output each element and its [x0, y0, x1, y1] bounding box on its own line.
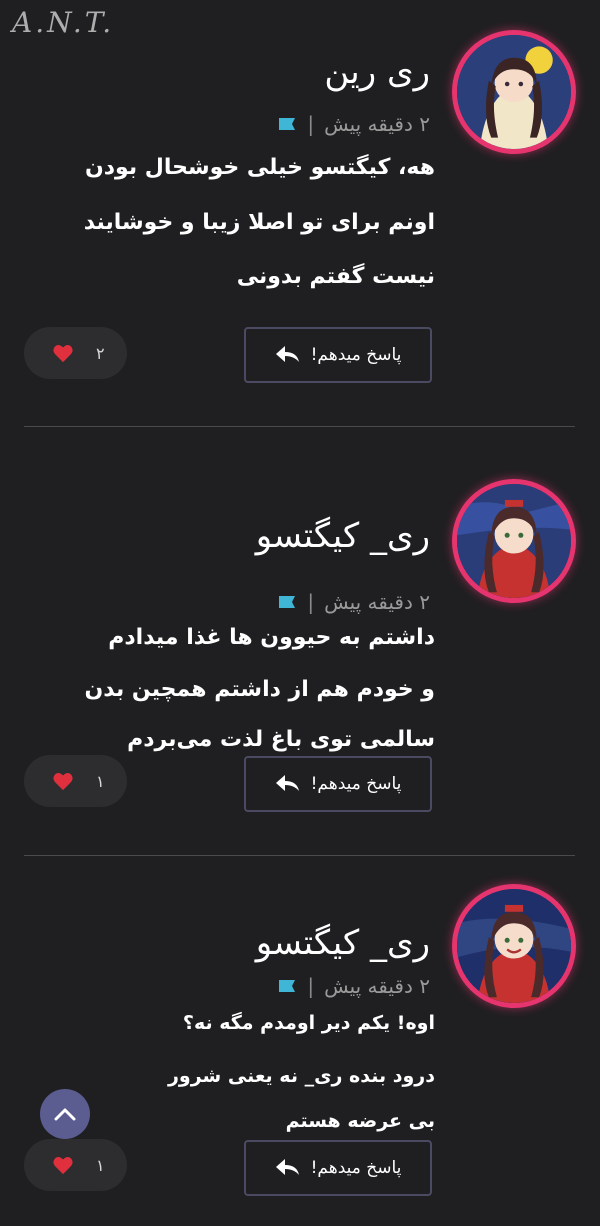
- heart-icon: [53, 1157, 73, 1175]
- username[interactable]: ری_ کیگتسو: [256, 923, 430, 963]
- divider: [24, 855, 575, 856]
- avatar-image: [457, 35, 571, 149]
- reply-label: پاسخ میدهم!: [310, 1158, 402, 1178]
- reply-label: پاسخ میدهم!: [310, 774, 402, 794]
- avatar[interactable]: [452, 884, 576, 1008]
- avatar[interactable]: [452, 30, 576, 154]
- reply-arrow-icon: [275, 775, 299, 791]
- comment-text-line: درود بنده ری_ نه یعنی شرور: [167, 1065, 435, 1087]
- reply-button[interactable]: پاسخ میدهم!: [244, 327, 432, 383]
- reply-arrow-icon: [275, 1159, 299, 1175]
- heart-icon: [53, 773, 73, 791]
- comment-meta: | ۲ دقیقه پیش: [277, 974, 430, 998]
- comment-text-line: بی عرضه هستم: [285, 1110, 435, 1132]
- separator: |: [307, 112, 315, 136]
- watermark: A.N.T.: [12, 6, 115, 39]
- chevron-up-icon: [54, 1108, 76, 1121]
- reply-button[interactable]: پاسخ میدهم!: [244, 1140, 432, 1196]
- comment-text-line: داشتم به حیوون ها غذا میدادم: [108, 625, 435, 650]
- comment-meta: | ۲ دقیقه پیش: [277, 112, 430, 136]
- like-count: ۱: [96, 771, 105, 791]
- comment-text-line: و خودم هم از داشتم همچین بدن: [84, 677, 436, 702]
- avatar[interactable]: [452, 479, 576, 603]
- like-count: ۲: [96, 343, 105, 363]
- comment-text-line: هه، کیگتسو خیلی خوشحال بودن: [84, 155, 435, 180]
- avatar-image: [457, 484, 571, 598]
- username[interactable]: ری رین: [324, 52, 430, 92]
- comment-text-line: سالمی توی باغ لذت می‌بردم: [127, 727, 435, 752]
- timestamp: ۲ دقیقه پیش: [324, 974, 430, 998]
- timestamp: ۲ دقیقه پیش: [324, 590, 430, 614]
- reply-arrow-icon: [275, 346, 299, 362]
- like-count: ۱: [96, 1155, 105, 1175]
- like-button[interactable]: ۱: [24, 1139, 127, 1191]
- flag-icon[interactable]: [277, 116, 297, 132]
- like-button[interactable]: ۱: [24, 755, 127, 807]
- flag-icon[interactable]: [277, 978, 297, 994]
- divider: [24, 426, 575, 427]
- username[interactable]: ری_ کیگتسو: [256, 516, 430, 556]
- separator: |: [307, 974, 315, 998]
- reply-button[interactable]: پاسخ میدهم!: [244, 756, 432, 812]
- avatar-image: [457, 889, 571, 1003]
- flag-icon[interactable]: [277, 594, 297, 610]
- comments-page: A.N.T. ری رین | ۲ دقیقه پیش هه، کیگتسو خ…: [0, 0, 600, 1226]
- separator: |: [307, 590, 315, 614]
- reply-label: پاسخ میدهم!: [310, 345, 402, 365]
- comment-text-line: نیست گفتم بدونی: [236, 264, 435, 289]
- like-button[interactable]: ۲: [24, 327, 127, 379]
- comment-meta: | ۲ دقیقه پیش: [277, 590, 430, 614]
- comment-text-line: اوه! یکم دیر اومدم مگه نه؟: [182, 1012, 435, 1034]
- scroll-to-top-button[interactable]: [40, 1089, 90, 1139]
- heart-icon: [53, 345, 73, 363]
- timestamp: ۲ دقیقه پیش: [324, 112, 430, 136]
- comment-text-line: اونم برای تو اصلا زیبا و خوشایند: [83, 210, 435, 235]
